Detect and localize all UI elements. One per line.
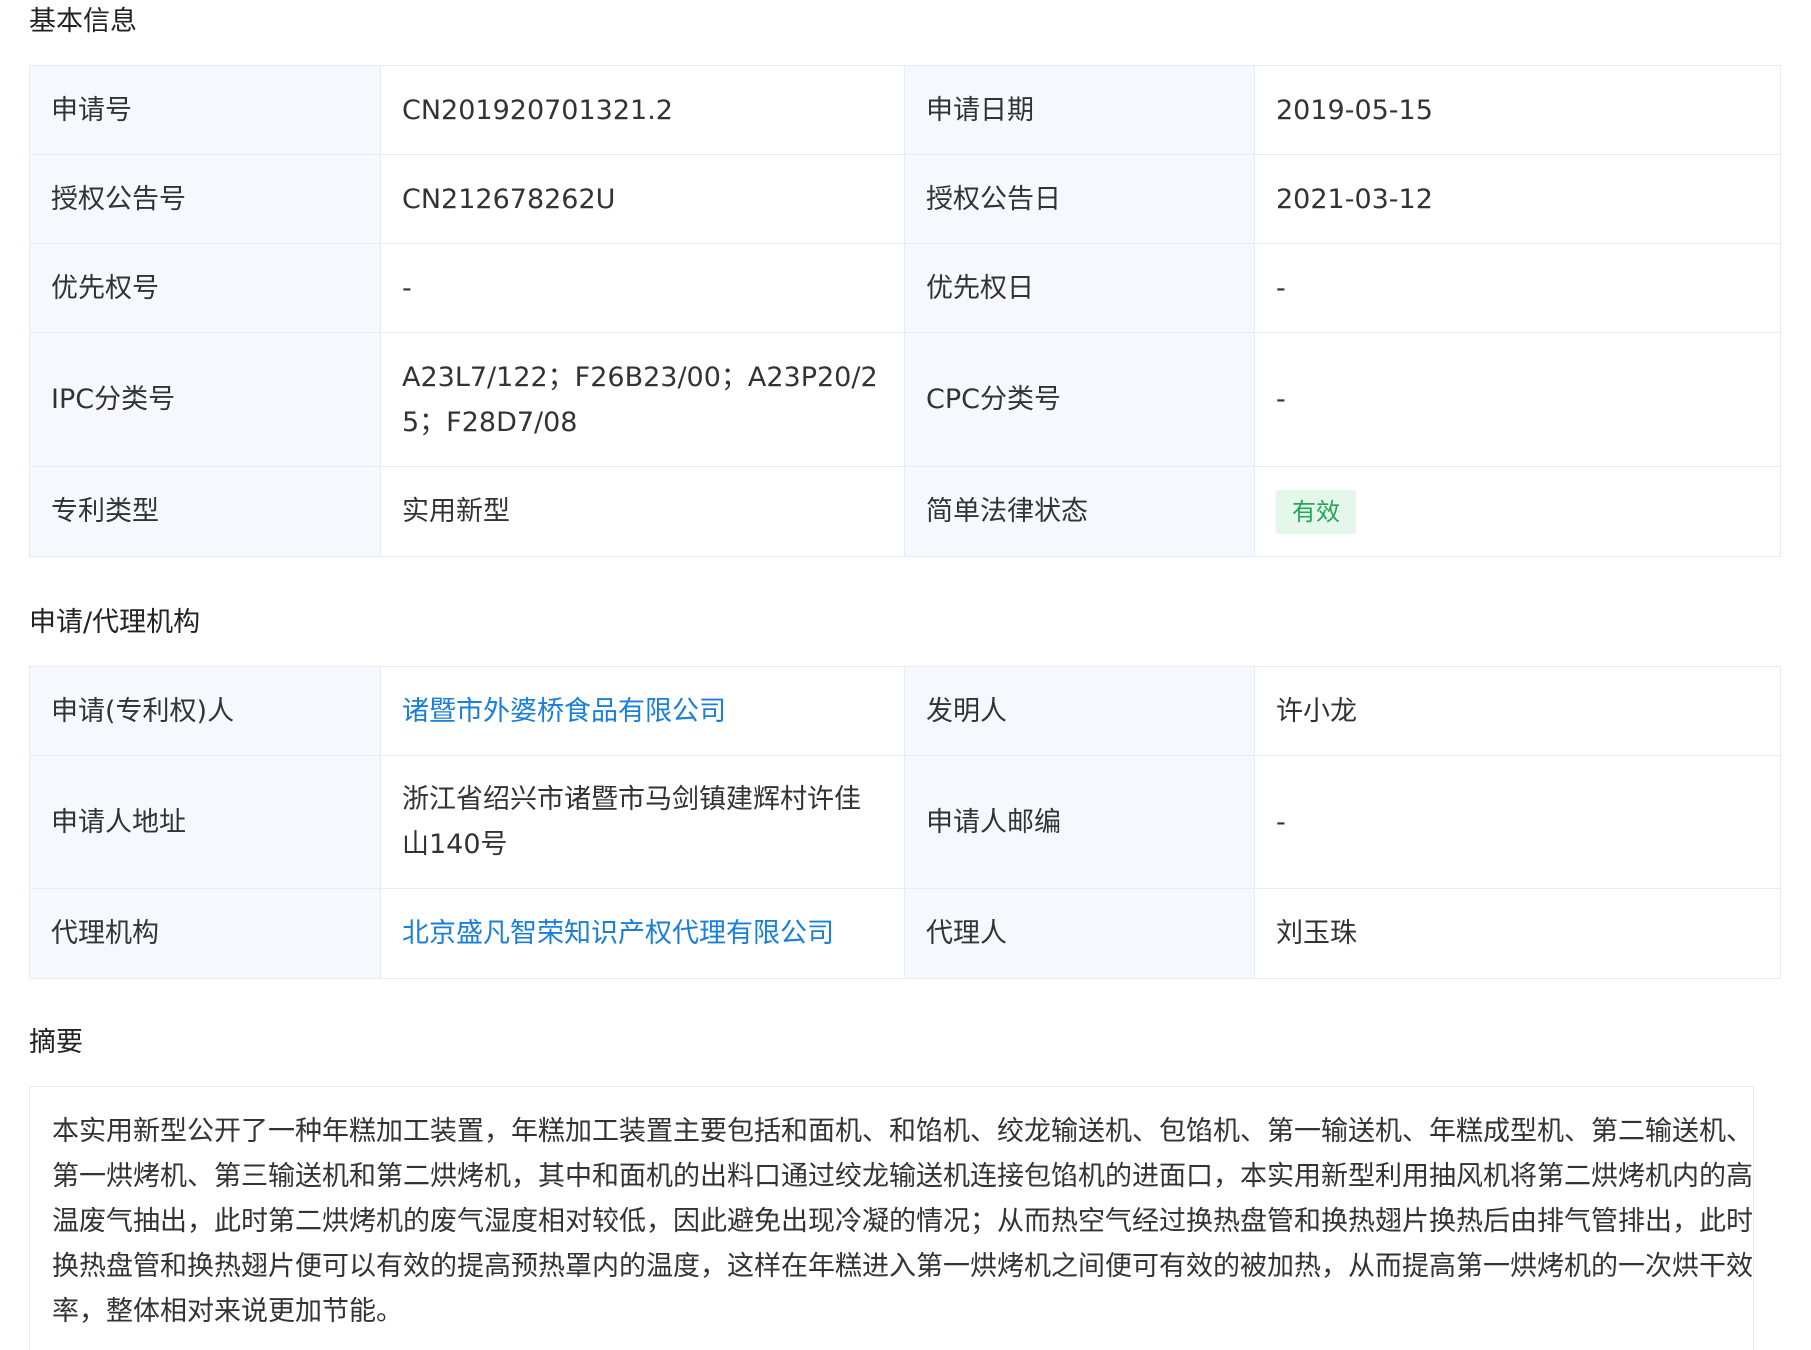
inventor-label: 发明人	[904, 666, 1255, 756]
applicant-link[interactable]: 诸暨市外婆桥食品有限公司	[380, 666, 905, 756]
agency-heading: 申请/代理机构	[29, 607, 201, 638]
table-row: 专利类型 实用新型 简单法律状态 有效	[29, 466, 1781, 557]
basic-info-heading: 基本信息	[29, 6, 137, 37]
patent-detail-page: 基本信息 申请号 CN201920701321.2 申请日期 2019-05-1…	[0, 0, 1811, 1350]
table-row: 申请号 CN201920701321.2 申请日期 2019-05-15	[29, 65, 1781, 155]
applicant-label: 申请(专利权)人	[29, 666, 381, 756]
table-row: 代理机构 北京盛凡智荣知识产权代理有限公司 代理人 刘玉珠	[29, 888, 1781, 979]
app-date-label: 申请日期	[904, 65, 1255, 155]
ipc-value: A23L7/122；F26B23/00；A23P20/25；F28D7/08	[380, 332, 905, 467]
legal-status-cell: 有效	[1254, 466, 1781, 557]
ipc-label: IPC分类号	[29, 332, 381, 467]
patent-type-label: 专利类型	[29, 466, 381, 557]
agency-link[interactable]: 北京盛凡智荣知识产权代理有限公司	[380, 888, 905, 979]
agency-label: 代理机构	[29, 888, 381, 979]
postcode-label: 申请人邮编	[904, 755, 1255, 889]
address-label: 申请人地址	[29, 755, 381, 889]
app-no-label: 申请号	[29, 65, 381, 155]
basic-info-table: 申请号 CN201920701321.2 申请日期 2019-05-15 授权公…	[29, 65, 1781, 557]
legal-status-label: 简单法律状态	[904, 466, 1255, 557]
table-row: 申请人地址 浙江省绍兴市诸暨市马剑镇建辉村许佳山140号 申请人邮编 -	[29, 755, 1781, 889]
status-badge: 有效	[1276, 490, 1356, 534]
agent-label: 代理人	[904, 888, 1255, 979]
grant-no-value: CN212678262U	[380, 154, 905, 244]
abstract-heading: 摘要	[29, 1027, 83, 1058]
table-row: 优先权号 - 优先权日 -	[29, 243, 1781, 333]
address-value: 浙江省绍兴市诸暨市马剑镇建辉村许佳山140号	[380, 755, 905, 889]
app-date-value: 2019-05-15	[1254, 65, 1781, 155]
agent-value: 刘玉珠	[1254, 888, 1781, 979]
grant-no-label: 授权公告号	[29, 154, 381, 244]
cpc-value: -	[1254, 332, 1781, 467]
inventor-value: 许小龙	[1254, 666, 1781, 756]
grant-date-label: 授权公告日	[904, 154, 1255, 244]
abstract-text: 本实用新型公开了一种年糕加工装置，年糕加工装置主要包括和面机、和馅机、绞龙输送机…	[29, 1086, 1754, 1350]
table-row: IPC分类号 A23L7/122；F26B23/00；A23P20/25；F28…	[29, 332, 1781, 467]
priority-date-value: -	[1254, 243, 1781, 333]
priority-no-label: 优先权号	[29, 243, 381, 333]
agency-info-table: 申请(专利权)人 诸暨市外婆桥食品有限公司 发明人 许小龙 申请人地址 浙江省绍…	[29, 666, 1781, 979]
postcode-value: -	[1254, 755, 1781, 889]
patent-type-value: 实用新型	[380, 466, 905, 557]
priority-no-value: -	[380, 243, 905, 333]
table-row: 授权公告号 CN212678262U 授权公告日 2021-03-12	[29, 154, 1781, 244]
app-no-value: CN201920701321.2	[380, 65, 905, 155]
table-row: 申请(专利权)人 诸暨市外婆桥食品有限公司 发明人 许小龙	[29, 666, 1781, 756]
grant-date-value: 2021-03-12	[1254, 154, 1781, 244]
cpc-label: CPC分类号	[904, 332, 1255, 467]
priority-date-label: 优先权日	[904, 243, 1255, 333]
